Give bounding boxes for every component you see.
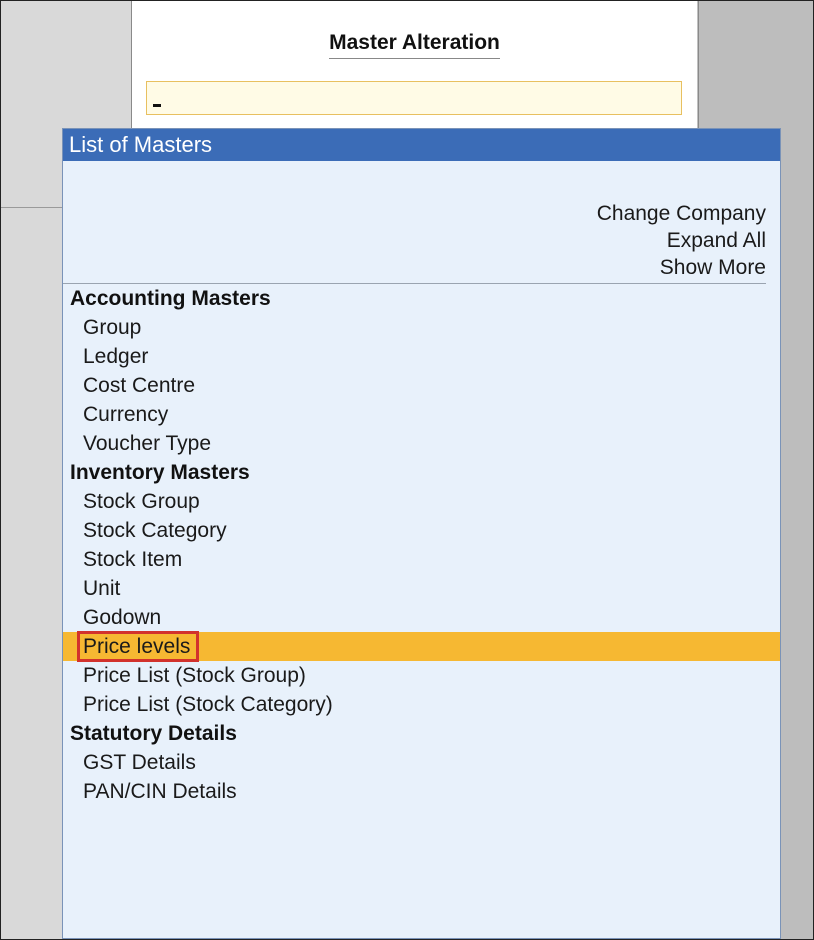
list-item-label: Ledger <box>83 345 149 368</box>
list-item-label: Cost Centre <box>83 374 196 397</box>
list-of-masters-title: List of Masters <box>63 129 780 161</box>
list-item-label: Group <box>83 316 142 339</box>
text-cursor <box>153 104 161 107</box>
list-item-label: Stock Category <box>83 519 227 542</box>
list-item-unit[interactable]: Unit <box>63 574 780 603</box>
list-item-label: Price List (Stock Category) <box>83 693 333 716</box>
change-company-option[interactable]: Change Company <box>63 200 766 227</box>
list-item-label: Price List (Stock Group) <box>83 664 306 687</box>
section-heading: Statutory Details <box>70 722 237 745</box>
list-of-masters-panel: List of Masters Change Company Expand Al… <box>62 128 781 939</box>
master-search-input[interactable] <box>146 81 682 115</box>
list-item-ledger[interactable]: Ledger <box>63 342 780 371</box>
list-item-price-list-stock-category[interactable]: Price List (Stock Category) <box>63 690 780 719</box>
list-item-label: Godown <box>83 606 162 629</box>
list-item-group[interactable]: Group <box>63 313 780 342</box>
section-heading: Accounting Masters <box>70 287 271 310</box>
list-item-label: Voucher Type <box>83 432 212 455</box>
list-item-stock-group[interactable]: Stock Group <box>63 487 780 516</box>
section-inventory-masters: Inventory Masters Stock Group Stock Cate… <box>63 458 780 719</box>
list-item-label: GST Details <box>83 751 196 774</box>
list-item-voucher-type[interactable]: Voucher Type <box>63 429 780 458</box>
list-item-pan-cin-details[interactable]: PAN/CIN Details <box>63 777 780 806</box>
list-item-label: Price levels <box>76 631 200 662</box>
list-item-godown[interactable]: Godown <box>63 603 780 632</box>
master-alteration-panel: Master Alteration <box>132 1 697 141</box>
section-heading: Inventory Masters <box>70 461 250 484</box>
section-statutory-details: Statutory Details GST Details PAN/CIN De… <box>63 719 780 806</box>
window-frame: Master Alteration List of Masters Change… <box>0 0 814 940</box>
section-accounting-masters: Accounting Masters Group Ledger Cost Cen… <box>63 284 780 458</box>
list-item-label: Currency <box>83 403 169 426</box>
list-item-stock-item[interactable]: Stock Item <box>63 545 780 574</box>
list-options: Change Company Expand All Show More <box>63 200 780 281</box>
list-item-stock-category[interactable]: Stock Category <box>63 516 780 545</box>
expand-all-option[interactable]: Expand All <box>63 227 766 254</box>
list-item-label: Stock Group <box>83 490 200 513</box>
list-item-cost-centre[interactable]: Cost Centre <box>63 371 780 400</box>
list-item-price-list-stock-group[interactable]: Price List (Stock Group) <box>63 661 780 690</box>
list-item-price-levels[interactable]: Price levels <box>63 631 780 662</box>
list-item-gst-details[interactable]: GST Details <box>63 748 780 777</box>
list-item-label: Stock Item <box>83 548 183 571</box>
list-item-currency[interactable]: Currency <box>63 400 780 429</box>
master-alteration-title: Master Alteration <box>132 31 697 59</box>
list-item-label: PAN/CIN Details <box>83 780 237 803</box>
list-item-label: Unit <box>83 577 121 600</box>
show-more-option[interactable]: Show More <box>63 254 766 281</box>
